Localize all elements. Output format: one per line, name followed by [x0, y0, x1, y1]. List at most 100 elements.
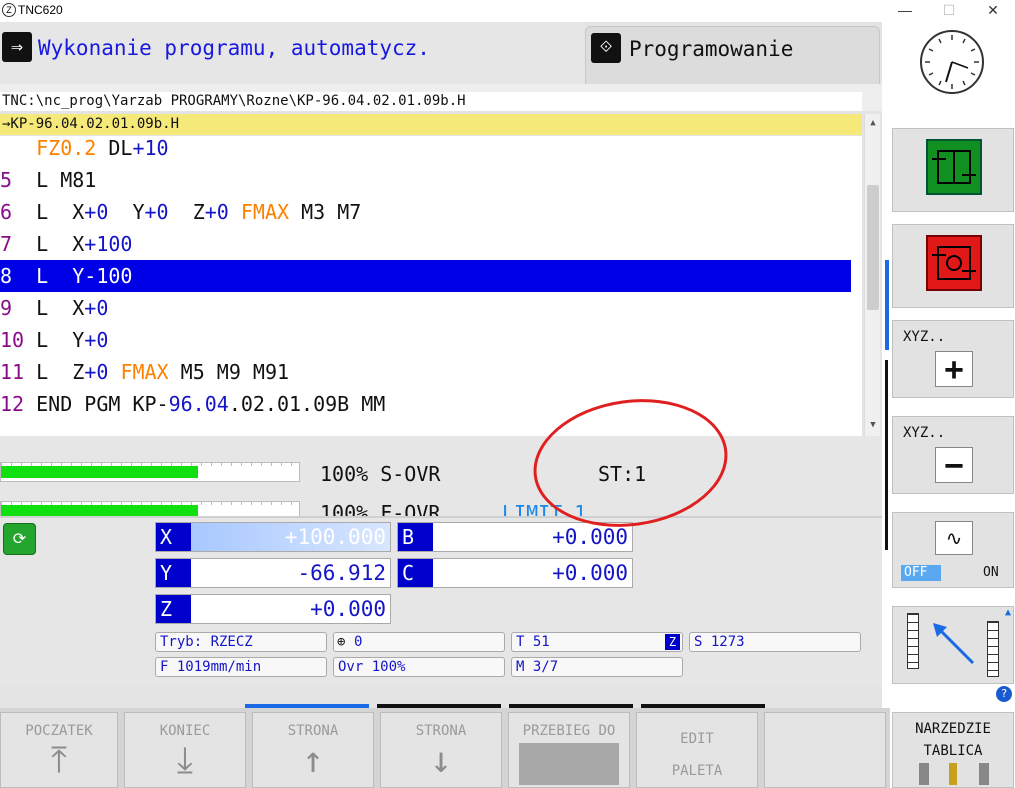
- axis-b-value: +0.000: [552, 525, 628, 549]
- clock-icon: [920, 30, 984, 94]
- scroll-thumb[interactable]: [867, 185, 879, 310]
- program-line[interactable]: 11 L Z+0 FMAX M5 M9 M91: [0, 356, 851, 388]
- app-icon: Z: [2, 3, 16, 17]
- cursor-button[interactable]: ▲: [892, 606, 1014, 684]
- programming-mode-icon: ⟐: [591, 33, 621, 63]
- axis-c-value: +0.000: [552, 561, 628, 585]
- softkey-begin[interactable]: POCZATEK ⤒: [0, 712, 118, 788]
- softkey-block-scan[interactable]: PRZEBIEG DO: [508, 712, 630, 788]
- code-token: +0: [144, 200, 169, 224]
- code-token: Y: [108, 200, 145, 224]
- program-line[interactable]: 6 L X+0 Y+0 Z+0 FMAX M3 M7: [0, 196, 851, 228]
- close-button[interactable]: ✕: [970, 0, 1015, 22]
- nc-start-button[interactable]: [892, 128, 1014, 212]
- line-number: 5: [0, 168, 13, 192]
- program-scrollbar[interactable]: ▲ ▼: [864, 114, 880, 436]
- override-panel: 100% S-OVR 100% F-OVR ST:1 LIMIT 1: [0, 436, 882, 525]
- status-spindle: S 1273: [689, 632, 861, 652]
- program-line[interactable]: 9 L X+0: [0, 292, 851, 324]
- mill-icon: [979, 763, 989, 785]
- tool-icon: [919, 763, 929, 785]
- minimize-button[interactable]: —: [882, 0, 928, 22]
- window-title: TNC620: [18, 3, 63, 17]
- xyz-plus-label: XYZ..: [903, 329, 946, 345]
- tool-table-label-2: TABLICA: [923, 743, 983, 759]
- smoothing-toggle[interactable]: ∿ OFF ON: [892, 512, 1014, 588]
- program-line[interactable]: FZ0.2 DL+10: [0, 132, 851, 164]
- arrow-down-to-bottom-icon: ⤓: [177, 740, 193, 781]
- softkey-edit-label: EDIT: [680, 731, 714, 747]
- nc-stop-button[interactable]: [892, 224, 1014, 308]
- code-token: FMAX: [240, 200, 290, 224]
- status-dr-value: 0: [354, 634, 363, 650]
- arrow-down-icon: ↓: [430, 740, 452, 781]
- minus-icon: −: [935, 447, 973, 483]
- line-number: 7: [0, 232, 13, 256]
- softkey-level-indicator: [641, 704, 765, 708]
- code-token: +100: [84, 232, 133, 256]
- status-mode: Tryb: RZECZ: [155, 632, 327, 652]
- code-token: END PGM KP-: [24, 392, 169, 416]
- scroll-up-icon[interactable]: ▲: [866, 116, 880, 130]
- program-line[interactable]: 12 END PGM KP-96.04.02.01.09B MM: [0, 388, 851, 420]
- softkey-level-indicator-active: [245, 704, 369, 708]
- scroll-down-icon[interactable]: ▼: [866, 418, 880, 432]
- status-override: Ovr 100%: [333, 657, 505, 677]
- code-token: +0: [84, 328, 109, 352]
- axis-z: Z +0.000: [155, 594, 391, 624]
- axis-c: C +0.000: [397, 558, 633, 588]
- softkey-end[interactable]: KONIEC ⤓: [124, 712, 246, 788]
- code-token: L X: [12, 232, 85, 256]
- softkey-level-indicator: [509, 704, 633, 708]
- softkey-begin-label: POCZATEK: [25, 723, 93, 739]
- maximize-button[interactable]: ☐: [926, 0, 972, 22]
- program-line[interactable]: 10 L Y+0: [0, 324, 851, 356]
- plus-icon: +: [935, 351, 973, 387]
- tool-table-button[interactable]: NARZEDZIE TABLICA: [892, 712, 1014, 788]
- mode-header-left[interactable]: ⇒ Wykonanie programu, automatycz.: [0, 22, 585, 84]
- status-m-functions: M 3/7: [511, 657, 683, 677]
- softkey-end-label: KONIEC: [159, 723, 211, 739]
- program-line[interactable]: 5 L M81: [0, 164, 851, 196]
- status-feed: F 1019mm/min: [155, 657, 327, 677]
- line-number: 12: [0, 392, 25, 416]
- code-token: +0: [84, 360, 121, 384]
- xyz-minus-button[interactable]: XYZ.. −: [892, 416, 1014, 494]
- axis-z-value: +0.000: [310, 597, 386, 621]
- mode-header-right[interactable]: ⟐ Programowanie: [585, 26, 880, 84]
- code-token: L M81: [12, 168, 97, 192]
- block-scan-icon: [519, 743, 619, 785]
- corner-marker-icon: ▲: [1004, 607, 1011, 618]
- program-line[interactable]: 8 L Y-100: [0, 260, 851, 292]
- softkey-page-down[interactable]: STRONA ↓: [380, 712, 502, 788]
- axis-y-label: Y: [156, 559, 191, 587]
- code-token: +10: [132, 136, 169, 160]
- axis-c-label: C: [398, 559, 433, 587]
- program-line[interactable]: 7 L X+100: [0, 228, 851, 260]
- softkey-page-up-label: STRONA: [287, 723, 339, 739]
- softkey-empty[interactable]: [764, 712, 886, 788]
- line-number: 9: [0, 296, 13, 320]
- tool-table-label-1: NARZEDZIE: [915, 721, 991, 737]
- softkey-page-up[interactable]: STRONA ↑: [252, 712, 374, 788]
- axis-x-value: +100.000: [284, 525, 386, 549]
- xyz-plus-button[interactable]: XYZ.. +: [892, 320, 1014, 398]
- title-bar: Z TNC620 — ☐ ✕: [0, 0, 1015, 22]
- code-token: M5 M9 M91: [168, 360, 290, 384]
- blue-arrow-icon: [933, 623, 975, 665]
- softkey-block-scan-label: PRZEBIEG DO: [522, 723, 616, 739]
- status-dr: ⊕ 0: [333, 632, 505, 652]
- wave-icon: ∿: [935, 521, 973, 555]
- nc-stop-icon: [926, 235, 982, 291]
- code-token: .02.01.09B MM: [228, 392, 386, 416]
- left-stack-icon: [907, 613, 919, 669]
- mode-title: Wykonanie programu, automatycz.: [38, 36, 430, 60]
- toggle-on[interactable]: ON: [983, 565, 999, 580]
- program-listing[interactable]: FZ0.2 DL+10 5 L M81 6 L X+0 Y+0 Z+0 FMAX M…: [0, 136, 862, 436]
- toggle-off[interactable]: OFF: [901, 565, 941, 581]
- softkey-edit-pallet[interactable]: EDIT PALETA: [636, 712, 758, 788]
- help-icon[interactable]: ?: [996, 686, 1012, 702]
- code-token: +0: [84, 296, 109, 320]
- line-number: 6: [0, 200, 13, 224]
- s-ovr-bar: [0, 462, 300, 482]
